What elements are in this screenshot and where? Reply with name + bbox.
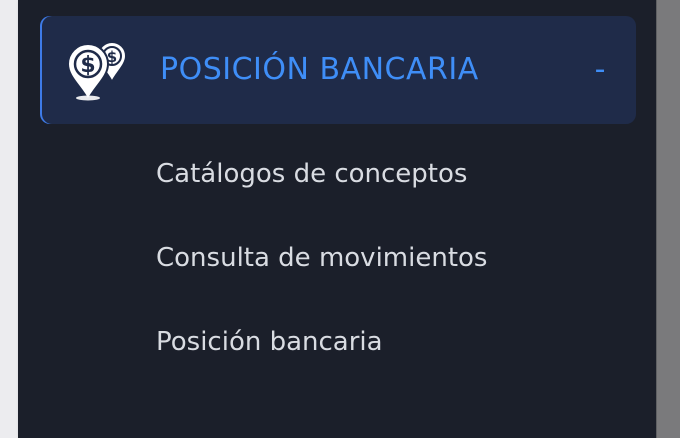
submenu-item-consulta-de-movimientos[interactable]: Consulta de movimientos <box>156 238 487 278</box>
svg-text:$: $ <box>80 53 95 78</box>
menu-group-label: POSICIÓN BANCARIA <box>160 52 479 87</box>
submenu-item-catalogos-de-conceptos[interactable]: Catálogos de conceptos <box>156 154 467 194</box>
submenu-item-posicion-bancaria[interactable]: Posición bancaria <box>156 322 383 362</box>
sidebar-menu: $ $ POSICIÓN BANCARIA - Catálogos de con… <box>18 0 656 438</box>
page-overlay-right <box>656 0 680 438</box>
menu-group-posicion-bancaria[interactable]: $ $ POSICIÓN BANCARIA - <box>40 16 636 124</box>
page-background-left <box>0 0 18 438</box>
money-location-pins-icon: $ $ <box>64 36 134 103</box>
collapse-toggle-icon[interactable]: - <box>585 52 615 88</box>
